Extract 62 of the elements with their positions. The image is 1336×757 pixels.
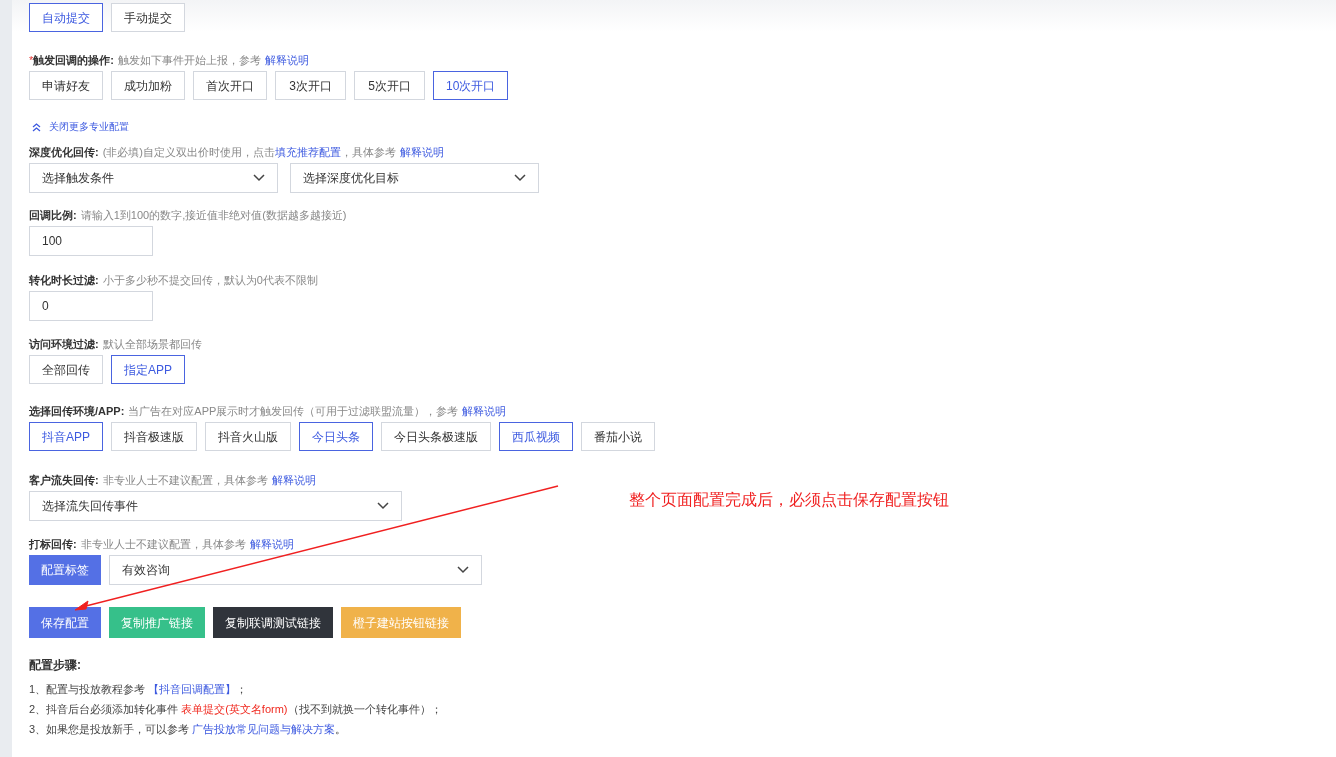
option-button[interactable]: 成功加粉 [111,71,185,100]
option-button[interactable]: 全部回传 [29,355,103,384]
option-button[interactable]: 申请好友 [29,71,103,100]
dropdown-select[interactable]: 选择深度优化目标 [290,163,539,193]
step-text: 3、如果您是投放新手，可以参考 广告投放常见问题与解决方案。 [29,722,348,737]
option-button[interactable]: 今日头条 [299,422,373,451]
field-hint: 当广告在对应APP展示时才触发回传（可用于过滤联盟流量），参考 [128,404,459,418]
step-link[interactable]: 【抖音回调配置】 [148,683,237,695]
explain-link[interactable]: 解释说明 [462,404,507,418]
option-button[interactable]: 今日头条极速版 [381,422,491,451]
dropdown-select[interactable]: 选择触发条件 [29,163,278,193]
option-button[interactable]: 3次开口 [275,71,346,100]
field-hint: 非专业人士不建议配置，具体参考 [102,473,268,487]
field-hint: (非必填)自定义双出价时使用，点击 [102,145,275,159]
field-hint: 非专业人士不建议配置，具体参考 [80,537,246,551]
number-input[interactable]: 0 [29,291,153,321]
explain-link[interactable]: 解释说明 [264,53,309,67]
required-mark: * [29,53,34,67]
field-label: 触发回调的操作: [33,53,114,67]
option-button[interactable]: 番茄小说 [581,422,655,451]
action-button[interactable]: 保存配置 [29,607,101,638]
field-label: 回调比例: [29,208,77,222]
step-text: 1、配置与投放教程参考 【抖音回调配置】； [29,682,249,697]
field-label: 客户流失回传: [29,473,99,487]
field-label: 打标回传: [29,537,77,551]
chevron-down-icon [377,502,389,510]
field-hint: ，具体参考 [341,145,396,159]
option-button[interactable]: 西瓜视频 [499,422,573,451]
field-hint: 小于多少秒不提交回传，默认为0代表不限制 [102,273,318,287]
field-label: 转化时长过滤: [29,273,99,287]
explain-link[interactable]: 解释说明 [271,473,316,487]
option-button[interactable]: 自动提交 [29,3,103,32]
field-label: 访问环境过滤: [29,337,99,351]
chevron-down-icon [253,174,265,182]
fill-recommended-link[interactable]: 填充推荐配置 [275,145,341,159]
chevron-down-icon [457,566,469,574]
option-button[interactable]: 手动提交 [111,3,185,32]
option-button[interactable]: 首次开口 [193,71,267,100]
option-button[interactable]: 抖音APP [29,422,103,451]
option-button[interactable]: 抖音极速版 [111,422,197,451]
annotation-text: 整个页面配置完成后，必须点击保存配置按钮 [629,490,949,510]
field-label: 深度优化回传: [29,145,99,159]
number-input[interactable]: 100 [29,226,153,256]
steps-title: 配置步骤: [29,657,82,673]
step-link[interactable]: 广告投放常见问题与解决方案 [192,723,336,735]
option-button[interactable]: 指定APP [111,355,185,384]
field-hint: 触发如下事件开始上报，参考 [117,53,261,67]
explain-link[interactable]: 解释说明 [249,537,294,551]
field-hint: 默认全部场景都回传 [102,337,202,351]
collapse-toggle-link[interactable]: 关闭更多专业配置 [49,120,129,134]
dropdown-select[interactable]: 有效咨询 [109,555,482,585]
chevron-down-icon [514,174,526,182]
dropdown-select[interactable]: 选择流失回传事件 [29,491,402,521]
action-button[interactable]: 复制联调测试链接 [213,607,333,638]
step-text: 2、抖音后台必须添加转化事件 表单提交(英文名form)（找不到就换一个转化事件）； [29,702,443,717]
configure-tags-button[interactable]: 配置标签 [29,555,101,585]
option-button[interactable]: 抖音火山版 [205,422,291,451]
option-button[interactable]: 10次开口 [433,71,509,100]
explain-link[interactable]: 解释说明 [400,145,444,159]
field-hint: 请输入1到100的数字,接近值非绝对值(数据越多越接近) [80,208,347,222]
option-button[interactable]: 5次开口 [354,71,425,100]
field-label: 选择回传环境/APP: [29,404,125,418]
